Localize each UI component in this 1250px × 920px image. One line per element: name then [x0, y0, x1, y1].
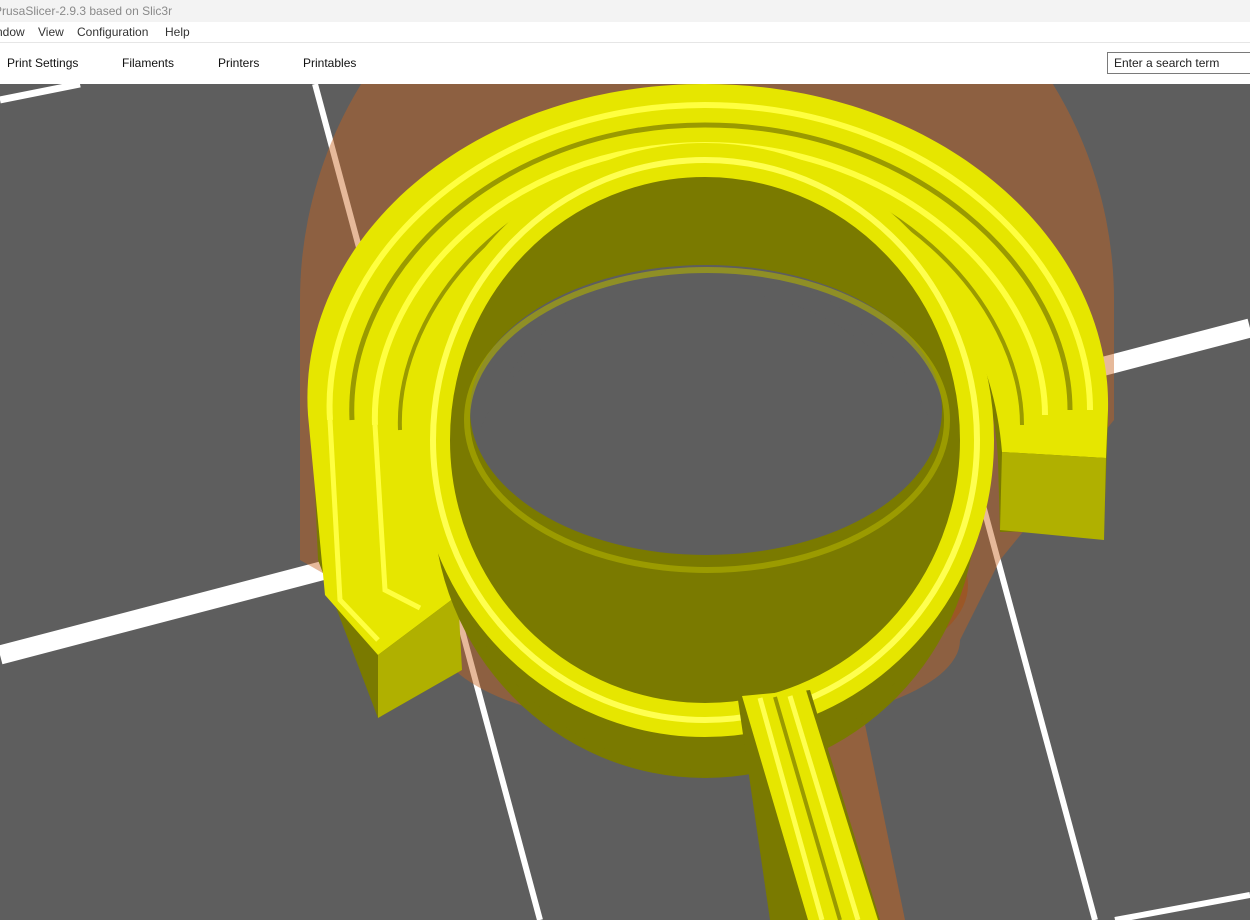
- tab-printers[interactable]: Printers: [218, 56, 259, 70]
- menu-window[interactable]: Window: [0, 22, 25, 42]
- window-title-bar: PrusaSlicer-2.9.3 based on Slic3r: [0, 0, 1250, 22]
- tab-printables[interactable]: Printables: [303, 56, 356, 70]
- tab-print-settings[interactable]: Print Settings: [7, 56, 78, 70]
- preview-canvas: [0, 84, 1250, 920]
- menu-bar: Window View Configuration Help: [0, 22, 1250, 43]
- window-title: PrusaSlicer-2.9.3 based on Slic3r: [0, 4, 173, 18]
- menu-view[interactable]: View: [38, 22, 64, 42]
- 3d-preview-viewport[interactable]: [0, 84, 1250, 920]
- menu-help[interactable]: Help: [165, 22, 190, 42]
- tab-bar: Print Settings Filaments Printers Printa…: [0, 43, 1250, 85]
- tab-filaments[interactable]: Filaments: [122, 56, 174, 70]
- menu-configuration[interactable]: Configuration: [77, 22, 148, 42]
- search-input[interactable]: [1107, 52, 1250, 74]
